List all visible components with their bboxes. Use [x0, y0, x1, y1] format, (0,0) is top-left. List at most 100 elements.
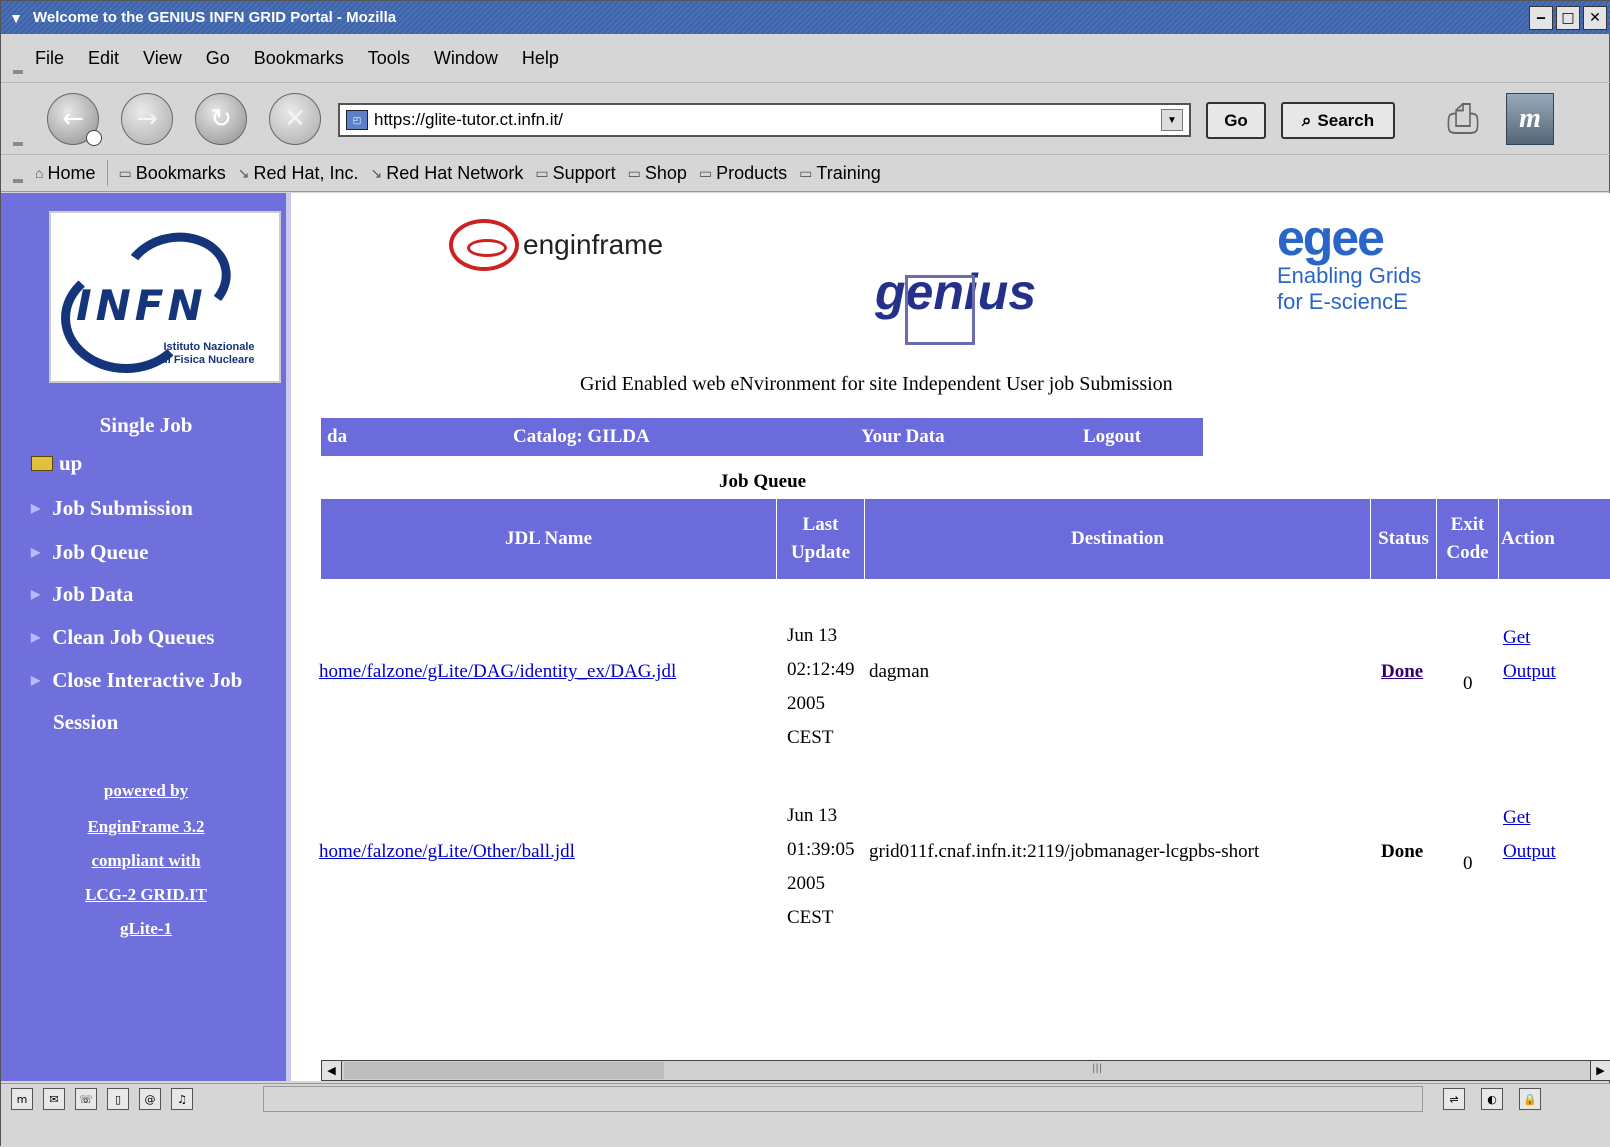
mozilla-logo-icon[interactable]: m: [1506, 93, 1554, 145]
url-dropdown-icon[interactable]: ▼: [1161, 109, 1183, 131]
egee-logo: egee Enabling Grids for E-sciencE: [1277, 213, 1477, 315]
enginframe-link[interactable]: EnginFrame 3.2: [1, 817, 291, 837]
bookmark-bookmarks[interactable]: ▭ Bookmarks: [118, 163, 225, 184]
last-update-cell: Jun 13 02:12:49 2005 CEST: [787, 625, 855, 748]
folder-icon: ▭: [627, 164, 641, 181]
menu-catalog[interactable]: Catalog: GILDA: [513, 426, 650, 448]
destination-cell: grid011f.cnaf.infn.it:2119/jobmanager-lc…: [869, 841, 1260, 862]
scroll-thumb[interactable]: [344, 1062, 664, 1079]
bookmark-home[interactable]: ⌂ Home: [35, 163, 95, 184]
menu-file[interactable]: File: [35, 48, 64, 69]
back-dropdown-icon[interactable]: [86, 129, 102, 146]
url-field[interactable]: ◰ https://glite-tutor.ct.infn.it/ ▼: [338, 103, 1191, 137]
mail-icon[interactable]: ✉: [43, 1088, 65, 1110]
menu-tools[interactable]: Tools: [368, 48, 410, 69]
sidebar: INFN Istituto Nazionale di Fisica Nuclear…: [1, 193, 291, 1081]
sidebar-up-link[interactable]: up: [31, 451, 82, 476]
jdl-link[interactable]: home/falzone/gLite/DAG/identity_ex/DAG.j…: [319, 661, 676, 683]
queue-title: Job Queue: [719, 471, 807, 492]
lcg2-gridit-link[interactable]: LCG-2 GRID.IT: [1, 885, 291, 905]
window-menu-icon[interactable]: ▼: [1, 1, 31, 34]
powered-by-link[interactable]: powered by: [1, 781, 291, 801]
get-output-link[interactable]: Output: [1503, 841, 1556, 863]
menu-go[interactable]: Go: [206, 48, 230, 69]
address-book-icon[interactable]: @: [139, 1088, 161, 1110]
stop-button[interactable]: ✕: [269, 92, 321, 145]
navigation-toolbar: ← → ↻ ✕ ◰ https://glite-tutor.ct.infn.it…: [1, 83, 1610, 155]
get-output-link[interactable]: Get: [1503, 627, 1530, 649]
home-icon: ⌂: [35, 165, 44, 181]
col-last-update: Last Update: [777, 499, 865, 579]
separator: [107, 160, 109, 186]
last-update-cell: Jun 13 01:39:05 2005 CEST: [787, 805, 855, 928]
irc-icon[interactable]: ♫: [171, 1088, 193, 1110]
scroll-right-icon[interactable]: ▶: [1590, 1061, 1610, 1080]
bookmark-label: Red Hat, Inc.: [253, 162, 359, 183]
maximize-button[interactable]: □: [1556, 5, 1580, 30]
sidebar-item-job-submission[interactable]: ▶ Job Submission: [31, 487, 193, 529]
triangle-icon: ▶: [31, 545, 41, 559]
menu-window[interactable]: Window: [434, 48, 498, 69]
chat-icon[interactable]: ☏: [75, 1088, 97, 1110]
title-bar: ▼ Welcome to the GENIUS INFN GRID Portal…: [1, 1, 1610, 34]
search-button-label: Search: [1317, 110, 1375, 130]
print-icon[interactable]: ⎙: [1433, 91, 1493, 147]
exit-code-cell: 0: [1463, 853, 1473, 874]
sidebar-item-clean-job-queues[interactable]: ▶ Clean Job Queues: [31, 616, 214, 658]
get-output-link[interactable]: Get: [1503, 807, 1530, 829]
table-row: home/falzone/gLite/DAG/identity_ex/DAG.j…: [319, 619, 1610, 769]
sidebar-up-label: up: [59, 451, 83, 475]
sidebar-item-job-queue[interactable]: ▶ Job Queue: [31, 531, 149, 573]
horizontal-scrollbar[interactable]: ◀ ||| ▶: [321, 1060, 1610, 1081]
reload-button[interactable]: ↻: [195, 92, 247, 145]
menu-bookmarks[interactable]: Bookmarks: [254, 48, 344, 69]
sidebar-item-close-interactive-job[interactable]: ▶ Close Interactive Job: [31, 659, 242, 701]
menu-view[interactable]: View: [143, 48, 182, 69]
sidebar-item-label: Close Interactive Job: [52, 668, 243, 692]
folder-icon: ▭: [799, 164, 813, 181]
menu-edit[interactable]: Edit: [88, 48, 119, 69]
menu-help[interactable]: Help: [522, 48, 559, 69]
forward-button[interactable]: →: [121, 92, 173, 145]
bookmarks-grip[interactable]: [1, 155, 35, 191]
sidebar-item-job-data[interactable]: ▶ Job Data: [31, 573, 133, 615]
menu-your-data[interactable]: Your Data: [861, 426, 945, 448]
minimize-button[interactable]: ‒: [1529, 5, 1553, 30]
triangle-icon: ▶: [31, 501, 41, 515]
bookmark-redhat[interactable]: ↘ Red Hat, Inc.: [238, 163, 359, 184]
toolbar-grip[interactable]: [1, 83, 35, 154]
online-status-icon[interactable]: ⇌: [1443, 1088, 1465, 1110]
glite-link[interactable]: gLite-1: [1, 919, 291, 939]
bookmark-training[interactable]: ▭ Training: [799, 163, 881, 184]
search-button[interactable]: ⌕ Search: [1281, 102, 1395, 139]
sidebar-item-label: Job Queue: [52, 540, 149, 564]
folder-icon: ▭: [698, 164, 713, 181]
go-button[interactable]: Go: [1206, 102, 1266, 139]
back-button[interactable]: ←: [47, 92, 102, 146]
infn-logo: INFN Istituto Nazionale di Fisica Nuclear…: [49, 211, 281, 383]
cookie-icon[interactable]: ◐: [1481, 1088, 1503, 1110]
bookmark-products[interactable]: ▭ Products: [699, 163, 787, 184]
sidebar-item-label: Clean Job Queues: [52, 625, 215, 649]
get-output-link[interactable]: Output: [1503, 661, 1556, 683]
bookmark-shop[interactable]: ▭ Shop: [628, 163, 687, 184]
compliant-with-link[interactable]: compliant with: [1, 851, 291, 871]
scroll-left-icon[interactable]: ◀: [322, 1061, 342, 1080]
navigator-icon[interactable]: m: [11, 1088, 33, 1110]
bookmark-redhat-network[interactable]: ↘ Red Hat Network: [371, 163, 524, 184]
sidebar-divider: [286, 193, 291, 1081]
bookmark-label: Home: [47, 162, 96, 183]
close-button[interactable]: ✕: [1583, 5, 1607, 30]
menu-logout[interactable]: Logout: [1083, 426, 1141, 448]
bookmark-link-icon: ↘: [370, 164, 383, 181]
composer-icon[interactable]: ▯: [107, 1088, 129, 1110]
status-link[interactable]: Done: [1381, 661, 1423, 683]
url-text[interactable]: https://glite-tutor.ct.infn.it/: [374, 110, 1161, 130]
sidebar-item-session[interactable]: Session: [53, 701, 118, 743]
menu-data[interactable]: da: [327, 426, 347, 448]
jdl-link[interactable]: home/falzone/gLite/Other/ball.jdl: [319, 841, 575, 863]
reload-icon: ↻: [210, 103, 232, 134]
lock-icon[interactable]: 🔒: [1519, 1088, 1541, 1110]
menu-grip[interactable]: [1, 34, 35, 82]
bookmark-support[interactable]: ▭ Support: [535, 163, 615, 184]
